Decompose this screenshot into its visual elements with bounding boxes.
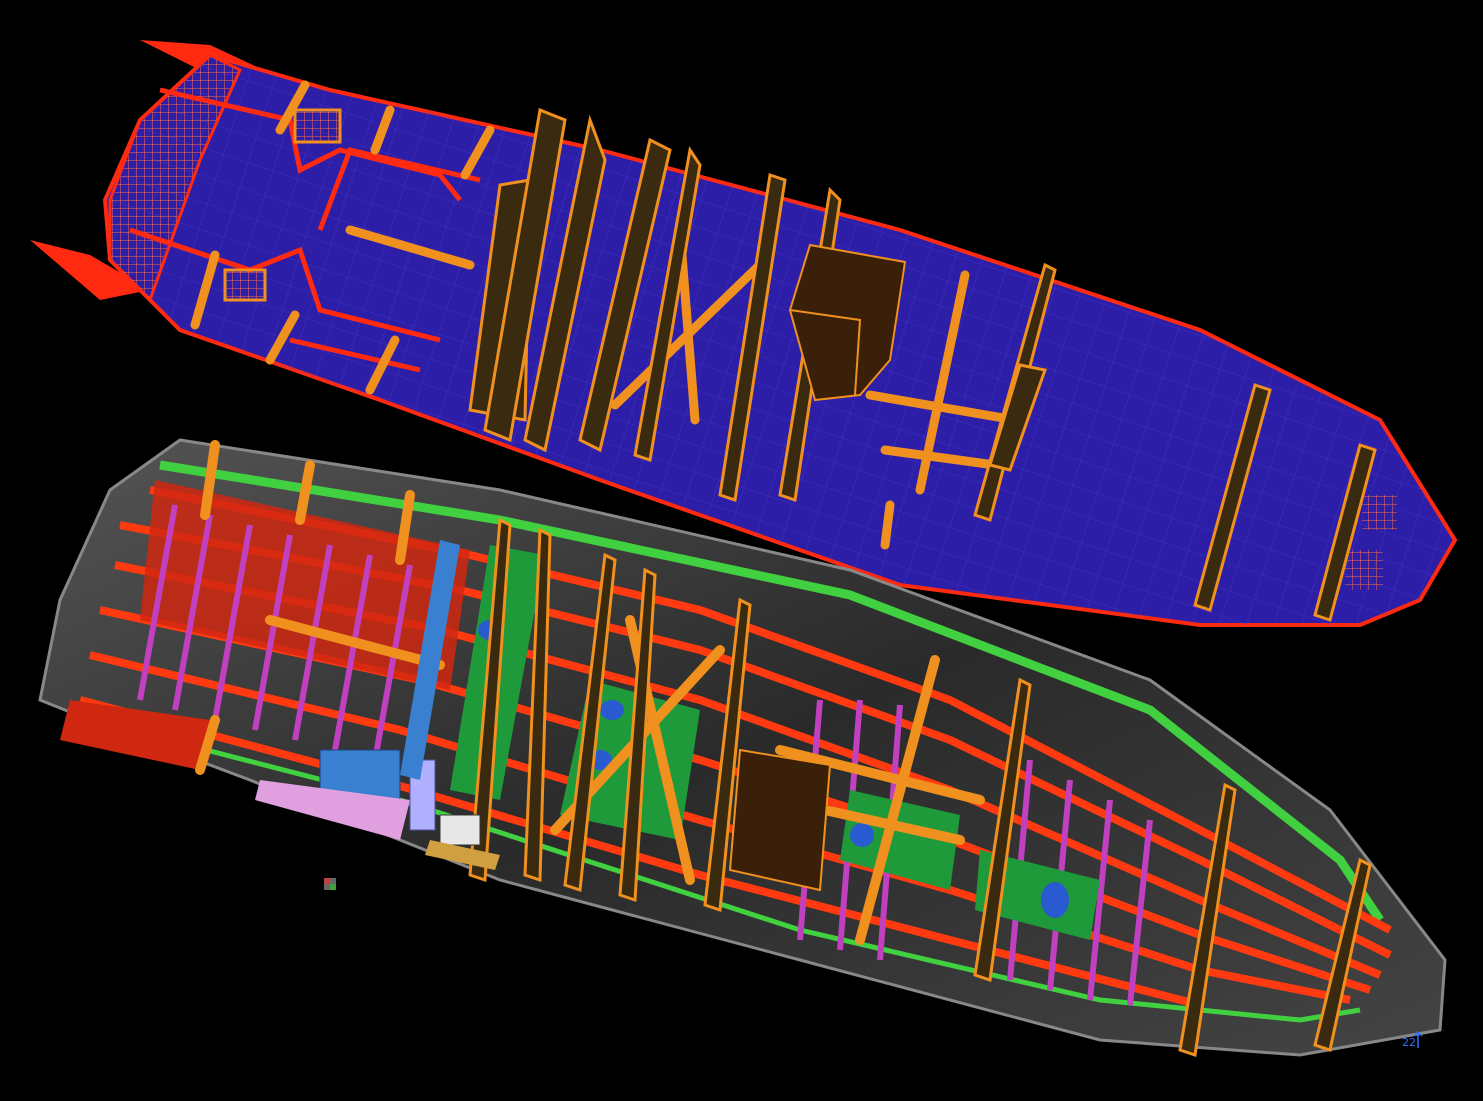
engine-block	[728, 748, 832, 892]
orientation-label: 22	[1402, 1036, 1416, 1049]
view-cube-icon[interactable]	[324, 878, 336, 890]
cad-3d-viewport[interactable]: 22	[0, 0, 1483, 1101]
